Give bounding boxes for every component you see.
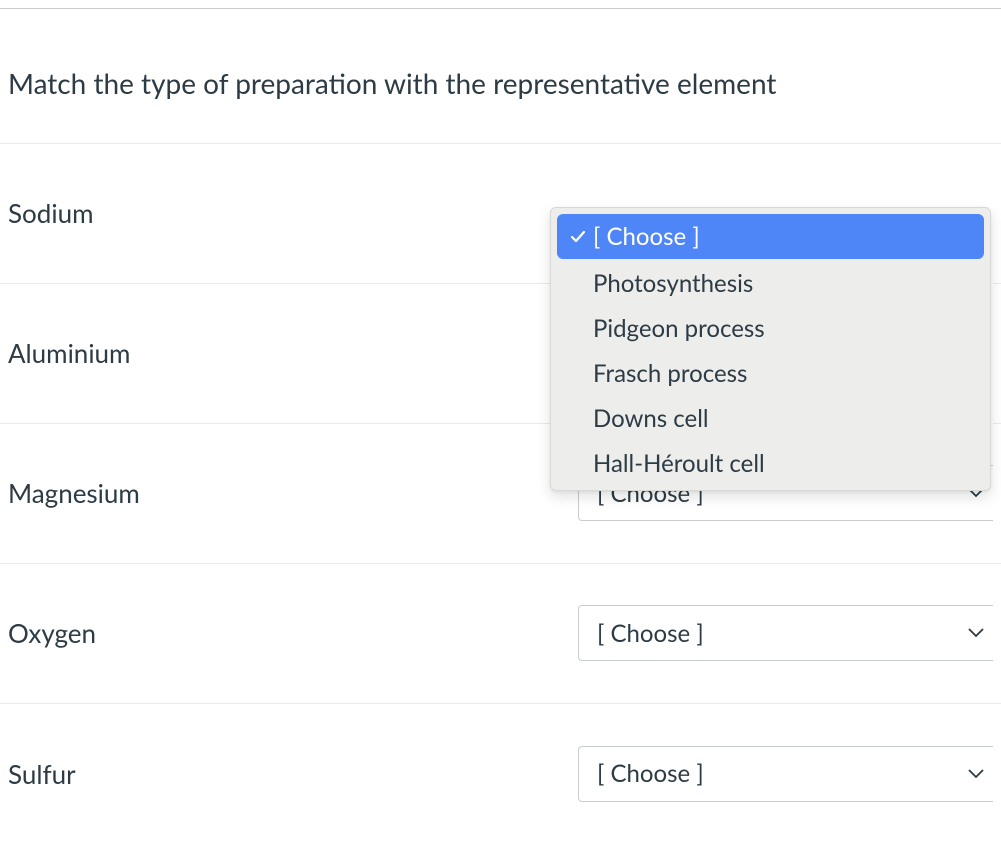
select-value: [ Choose ] — [597, 619, 704, 648]
match-label: Oxygen — [8, 617, 578, 649]
option-label: Photosynthesis — [593, 269, 976, 298]
question-prompt: Match the type of preparation with the r… — [0, 9, 1001, 143]
dropdown-option-hall-heroult[interactable]: Hall-Héroult cell — [551, 441, 990, 486]
select-value: [ Choose ] — [597, 759, 704, 788]
option-label: Pidgeon process — [593, 314, 976, 343]
option-label: Downs cell — [593, 404, 976, 433]
dropdown-option-choose[interactable]: [ Choose ] — [557, 214, 984, 259]
chevron-down-icon — [967, 765, 985, 783]
answer-select-sulfur[interactable]: [ Choose ] — [578, 746, 993, 802]
option-label: Hall-Héroult cell — [593, 449, 976, 478]
match-label: Aluminium — [8, 337, 578, 369]
dropdown-menu[interactable]: [ Choose ] Photosynthesis Pidgeon proces… — [550, 207, 991, 491]
dropdown-option-downs[interactable]: Downs cell — [551, 396, 990, 441]
chevron-down-icon — [967, 624, 985, 642]
dropdown-option-frasch[interactable]: Frasch process — [551, 351, 990, 396]
dropdown-option-photosynthesis[interactable]: Photosynthesis — [551, 261, 990, 306]
dropdown-option-pidgeon[interactable]: Pidgeon process — [551, 306, 990, 351]
match-label: Sulfur — [8, 758, 578, 790]
match-row-sulfur: Sulfur [ Choose ] — [0, 704, 1001, 844]
option-label: Frasch process — [593, 359, 976, 388]
check-icon — [563, 228, 593, 246]
match-label: Magnesium — [8, 477, 578, 509]
match-row-oxygen: Oxygen [ Choose ] — [0, 564, 1001, 704]
option-label: [ Choose ] — [593, 222, 970, 251]
answer-select-oxygen[interactable]: [ Choose ] — [578, 605, 993, 661]
match-label: Sodium — [8, 197, 578, 229]
